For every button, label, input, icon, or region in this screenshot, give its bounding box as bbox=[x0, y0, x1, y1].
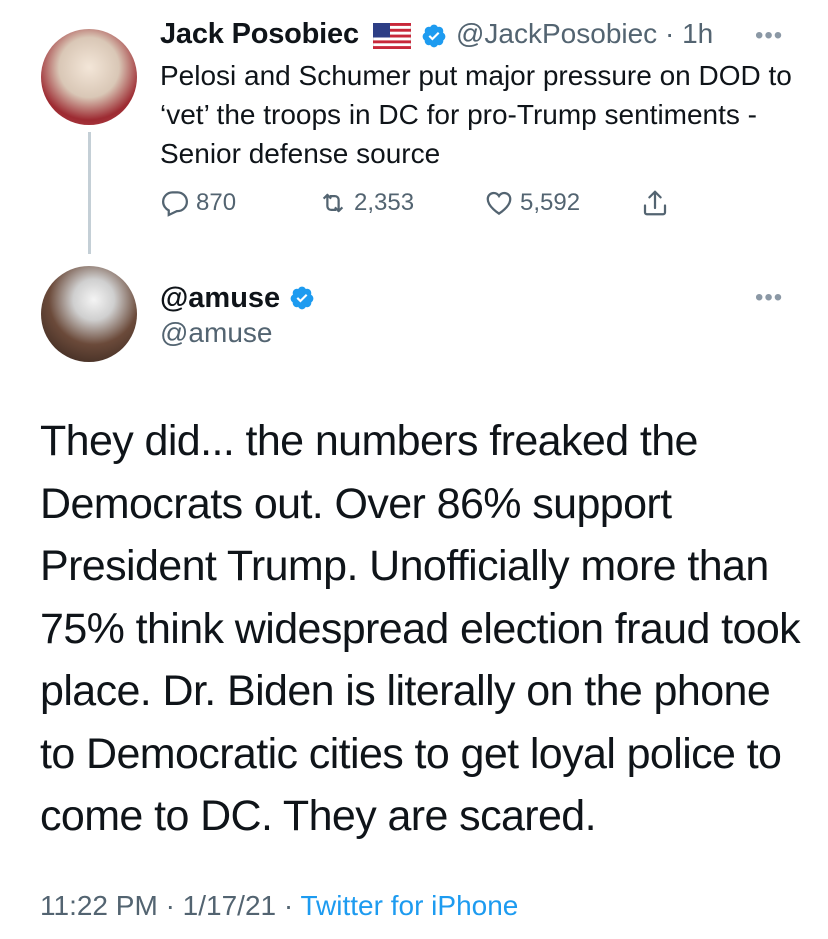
tweet-metadata: 11:22 PM · 1/17/21 · Twitter for iPhone bbox=[40, 890, 518, 922]
reply-count: 870 bbox=[196, 189, 237, 216]
retweet-button[interactable]: 2,353 bbox=[318, 186, 414, 220]
main-handle[interactable]: @amuse bbox=[160, 317, 272, 349]
jack-posobiec-avatar[interactable] bbox=[41, 29, 137, 125]
verified-badge-icon bbox=[290, 286, 314, 310]
main-tweet-text: They did... the numbers freaked the Demo… bbox=[40, 417, 801, 840]
tweet-time: 11:22 PM bbox=[40, 890, 158, 921]
main-author-name[interactable]: @amuse bbox=[160, 282, 280, 315]
reply-button[interactable]: 870 bbox=[160, 186, 236, 220]
thread-author-name[interactable]: Jack Posobiec bbox=[160, 18, 359, 51]
heart-icon bbox=[486, 191, 512, 215]
retweet-count: 2,353 bbox=[354, 189, 415, 216]
share-icon bbox=[643, 190, 667, 216]
verified-badge-icon bbox=[422, 24, 446, 48]
thread-connector-line bbox=[88, 132, 91, 254]
like-button[interactable]: 5,592 bbox=[484, 186, 580, 220]
thread-handle-time[interactable]: @JackPosobiec · 1h bbox=[456, 18, 713, 50]
amuse-avatar[interactable] bbox=[41, 266, 137, 362]
tweet-source-link[interactable]: Twitter for iPhone bbox=[300, 890, 518, 921]
share-button[interactable] bbox=[640, 186, 676, 220]
us-flag-icon bbox=[373, 23, 411, 49]
thread-tweet-text: Pelosi and Schumer put major pressure on… bbox=[160, 60, 792, 169]
separator-dot: · bbox=[283, 890, 301, 921]
retweet-icon bbox=[322, 193, 344, 213]
like-count: 5,592 bbox=[520, 189, 581, 216]
main-more-options-icon[interactable]: ••• bbox=[755, 284, 783, 312]
separator-dot: · bbox=[165, 890, 183, 921]
tweet-date: 1/17/21 bbox=[182, 890, 277, 921]
thread-more-options-icon[interactable]: ••• bbox=[755, 22, 783, 50]
reply-icon bbox=[161, 191, 189, 217]
